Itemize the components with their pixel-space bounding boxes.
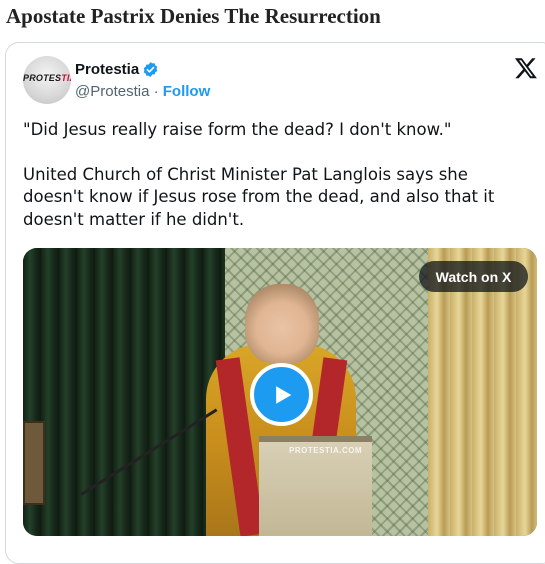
handle-row: @Protestia · Follow <box>75 83 210 100</box>
author-handle[interactable]: @Protestia <box>75 83 149 100</box>
video-watermark: PROTESTIA.COM <box>289 446 363 455</box>
tweet-body: United Church of Christ Minister Pat Lan… <box>23 164 495 229</box>
article-headline: Apostate Pastrix Denies The Resurrection <box>6 4 381 28</box>
x-logo-icon[interactable] <box>514 56 538 80</box>
follow-button[interactable]: Follow <box>163 83 211 100</box>
separator-dot: · <box>153 83 159 100</box>
watch-on-x-button[interactable]: Watch on X <box>419 261 528 292</box>
author-name[interactable]: Protestia <box>75 61 139 78</box>
author-row: Protestia <box>75 61 159 78</box>
avatar[interactable]: PROTESTIA <box>23 56 71 104</box>
play-icon <box>275 385 291 404</box>
video-backdrop-curtain <box>23 248 225 536</box>
video-speaker-head <box>245 284 319 364</box>
tweet-text: "Did Jesus really raise form the dead? I… <box>23 119 533 231</box>
video-picture-frame <box>23 421 45 505</box>
tweet-quote: "Did Jesus really raise form the dead? I… <box>23 120 452 139</box>
verified-badge-icon <box>143 62 158 77</box>
play-button[interactable] <box>250 363 313 426</box>
embedded-tweet-card[interactable]: PROTESTIA Protestia @Protestia · Follow … <box>5 42 545 564</box>
avatar-logo-text: PROTESTIA <box>23 73 71 83</box>
video-player[interactable]: PROTESTIA.COM Watch on X <box>23 248 537 536</box>
